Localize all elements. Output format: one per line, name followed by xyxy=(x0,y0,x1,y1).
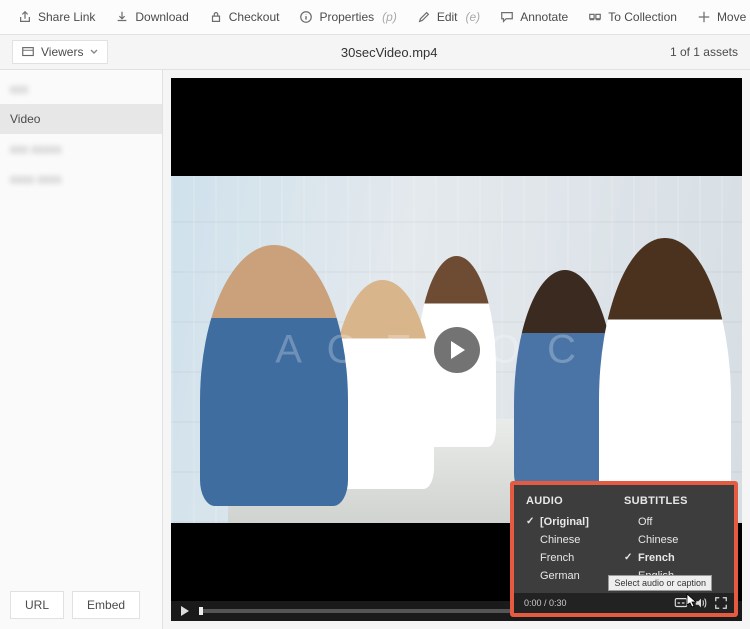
asset-title: 30secVideo.mp4 xyxy=(108,45,669,60)
viewers-label: Viewers xyxy=(41,45,83,59)
url-label: URL xyxy=(25,598,49,612)
subtitle-option-0[interactable]: Off xyxy=(624,513,722,531)
play-overlay-button[interactable] xyxy=(434,327,480,373)
chevron-down-icon xyxy=(89,47,99,57)
left-sidebar: xxxVideoxxx xxxxxxxxx xxxx URL Embed xyxy=(0,70,163,629)
checkout-label: Checkout xyxy=(229,10,280,24)
sidebar-item-2[interactable]: xxx xxxxx xyxy=(0,134,162,164)
subtitle-option-1[interactable]: Chinese xyxy=(624,531,722,549)
collection-icon xyxy=(588,10,602,24)
to-collection-label: To Collection xyxy=(608,10,677,24)
embed-button[interactable]: Embed xyxy=(72,591,140,619)
fullscreen-button[interactable] xyxy=(714,596,728,610)
subtitles-header: SUBTITLES xyxy=(624,495,722,507)
audio-option-1[interactable]: Chinese xyxy=(526,531,624,549)
properties-shortcut: (p) xyxy=(382,10,397,24)
properties-label: Properties xyxy=(319,10,374,24)
player-area: A O E T O C K AUDIO [Original]ChineseFre… xyxy=(163,70,750,629)
audio-option-2[interactable]: French xyxy=(526,549,624,567)
asset-count: 1 of 1 assets xyxy=(670,45,738,59)
viewers-dropdown[interactable]: Viewers xyxy=(12,40,108,64)
sidebar-item-0[interactable]: xxx xyxy=(0,74,162,104)
captions-button[interactable] xyxy=(674,596,688,610)
edit-label: Edit xyxy=(437,10,458,24)
move-button[interactable]: Move (m) xyxy=(689,6,750,28)
download-button[interactable]: Download xyxy=(107,6,196,28)
audio-column: AUDIO [Original]ChineseFrenchGerman xyxy=(526,495,624,585)
sidebar-item-3[interactable]: xxxx xxxx xyxy=(0,164,162,194)
info-icon xyxy=(299,10,313,24)
caption-control-strip: 0:00 / 0:30 xyxy=(514,593,734,613)
annotate-button[interactable]: Annotate xyxy=(492,6,576,28)
edit-button[interactable]: Edit (e) xyxy=(409,6,488,28)
subtitles-column: SUBTITLES OffChineseFrenchEnglish xyxy=(624,495,722,585)
share-link-label: Share Link xyxy=(38,10,95,24)
share-icon xyxy=(18,10,32,24)
download-label: Download xyxy=(135,10,188,24)
checkout-button[interactable]: Checkout xyxy=(201,6,288,28)
lock-icon xyxy=(209,10,223,24)
top-toolbar: Share Link Download Checkout Properties … xyxy=(0,0,750,34)
share-link-button[interactable]: Share Link xyxy=(10,6,103,28)
to-collection-button[interactable]: To Collection xyxy=(580,6,685,28)
video-viewport[interactable]: A O E T O C K AUDIO [Original]ChineseFre… xyxy=(171,78,742,621)
captions-tooltip: Select audio or caption xyxy=(608,575,712,591)
move-label: Move xyxy=(717,10,746,24)
download-icon xyxy=(115,10,129,24)
comment-icon xyxy=(500,10,514,24)
annotate-label: Annotate xyxy=(520,10,568,24)
move-icon xyxy=(697,10,711,24)
sidebar-item-1[interactable]: Video xyxy=(0,104,162,134)
embed-label: Embed xyxy=(87,598,125,612)
caption-menu-highlight: AUDIO [Original]ChineseFrenchGerman SUBT… xyxy=(510,481,738,617)
play-button[interactable] xyxy=(177,603,193,619)
context-bar: Viewers 30secVideo.mp4 1 of 1 assets xyxy=(0,34,750,70)
url-button[interactable]: URL xyxy=(10,591,64,619)
properties-button[interactable]: Properties (p) xyxy=(291,6,404,28)
viewers-icon xyxy=(21,45,35,59)
pencil-icon xyxy=(417,10,431,24)
edit-shortcut: (e) xyxy=(466,10,481,24)
audio-option-0[interactable]: [Original] xyxy=(526,513,624,531)
subtitle-option-2[interactable]: French xyxy=(624,549,722,567)
audio-header: AUDIO xyxy=(526,495,624,507)
time-display: 0:00 / 0:30 xyxy=(524,598,567,608)
volume-button[interactable] xyxy=(694,596,708,610)
